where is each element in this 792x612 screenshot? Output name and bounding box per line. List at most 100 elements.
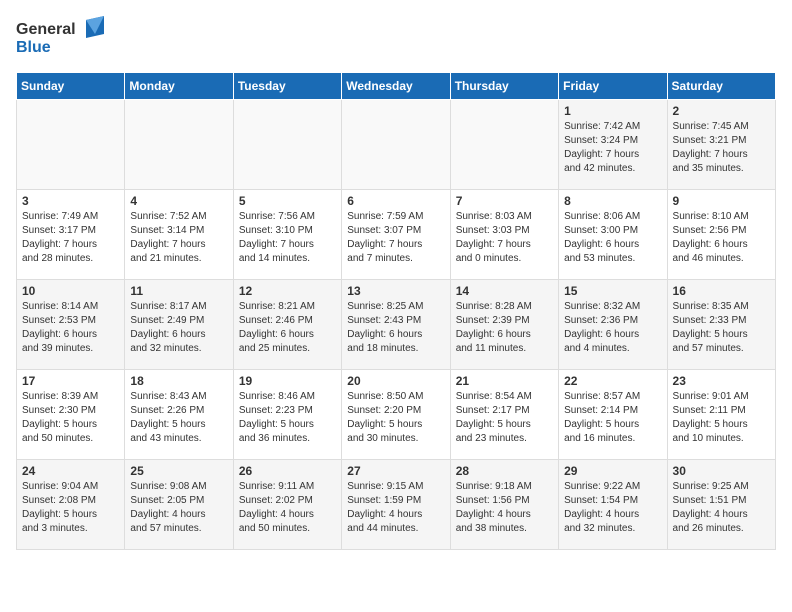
calendar-cell: 23 Sunrise: 9:01 AM Sunset: 2:11 PM Dayli…	[667, 370, 775, 460]
calendar-cell: 3 Sunrise: 7:49 AM Sunset: 3:17 PM Daylig…	[17, 190, 125, 280]
calendar-cell: 28 Sunrise: 9:18 AM Sunset: 1:56 PM Dayli…	[450, 460, 558, 550]
day-info: Sunrise: 8:25 AM Sunset: 2:43 PM Dayligh…	[347, 300, 444, 356]
calendar-cell	[125, 100, 233, 190]
calendar-week-5: 24 Sunrise: 9:04 AM Sunset: 2:08 PM Dayli…	[17, 460, 776, 550]
calendar-week-1: 1Sunrise: 7:42 AM Sunset: 3:24 PM Daylig…	[17, 100, 776, 190]
day-number: 29	[564, 464, 661, 478]
calendar-body: 1Sunrise: 7:42 AM Sunset: 3:24 PM Daylig…	[17, 100, 776, 550]
day-info: Sunrise: 9:25 AM Sunset: 1:51 PM Dayligh…	[673, 480, 770, 536]
day-number: 19	[239, 374, 336, 388]
calendar-cell: 11Sunrise: 8:17 AM Sunset: 2:49 PM Dayli…	[125, 280, 233, 370]
page-header: GeneralBlue	[16, 16, 776, 60]
day-number: 15	[564, 284, 661, 298]
day-info: Sunrise: 9:01 AM Sunset: 2:11 PM Dayligh…	[673, 390, 770, 446]
day-info: Sunrise: 8:57 AM Sunset: 2:14 PM Dayligh…	[564, 390, 661, 446]
day-number: 30	[673, 464, 770, 478]
day-number: 10	[22, 284, 119, 298]
weekday-header-sunday: Sunday	[17, 73, 125, 100]
day-info: Sunrise: 8:32 AM Sunset: 2:36 PM Dayligh…	[564, 300, 661, 356]
day-number: 28	[456, 464, 553, 478]
calendar-cell	[233, 100, 341, 190]
weekday-header-friday: Friday	[559, 73, 667, 100]
day-info: Sunrise: 8:46 AM Sunset: 2:23 PM Dayligh…	[239, 390, 336, 446]
day-info: Sunrise: 8:10 AM Sunset: 2:56 PM Dayligh…	[673, 210, 770, 266]
day-info: Sunrise: 9:15 AM Sunset: 1:59 PM Dayligh…	[347, 480, 444, 536]
day-number: 9	[673, 194, 770, 208]
day-info: Sunrise: 8:21 AM Sunset: 2:46 PM Dayligh…	[239, 300, 336, 356]
day-number: 6	[347, 194, 444, 208]
weekday-header-monday: Monday	[125, 73, 233, 100]
day-info: Sunrise: 9:18 AM Sunset: 1:56 PM Dayligh…	[456, 480, 553, 536]
day-number: 3	[22, 194, 119, 208]
day-info: Sunrise: 8:14 AM Sunset: 2:53 PM Dayligh…	[22, 300, 119, 356]
calendar-header: SundayMondayTuesdayWednesdayThursdayFrid…	[17, 73, 776, 100]
day-number: 17	[22, 374, 119, 388]
day-number: 5	[239, 194, 336, 208]
day-info: Sunrise: 8:35 AM Sunset: 2:33 PM Dayligh…	[673, 300, 770, 356]
day-info: Sunrise: 7:45 AM Sunset: 3:21 PM Dayligh…	[673, 120, 770, 176]
svg-text:General: General	[16, 21, 76, 38]
day-number: 20	[347, 374, 444, 388]
day-number: 18	[130, 374, 227, 388]
day-info: Sunrise: 8:50 AM Sunset: 2:20 PM Dayligh…	[347, 390, 444, 446]
calendar-cell: 6Sunrise: 7:59 AM Sunset: 3:07 PM Daylig…	[342, 190, 450, 280]
day-info: Sunrise: 8:17 AM Sunset: 2:49 PM Dayligh…	[130, 300, 227, 356]
calendar-cell: 10 Sunrise: 8:14 AM Sunset: 2:53 PM Dayli…	[17, 280, 125, 370]
calendar-cell	[342, 100, 450, 190]
weekday-header-wednesday: Wednesday	[342, 73, 450, 100]
logo-icon: GeneralBlue	[16, 16, 106, 60]
day-number: 14	[456, 284, 553, 298]
calendar-cell: 14 Sunrise: 8:28 AM Sunset: 2:39 PM Dayli…	[450, 280, 558, 370]
day-info: Sunrise: 8:39 AM Sunset: 2:30 PM Dayligh…	[22, 390, 119, 446]
day-info: Sunrise: 8:03 AM Sunset: 3:03 PM Dayligh…	[456, 210, 553, 266]
calendar-cell: 4 Sunrise: 7:52 AM Sunset: 3:14 PM Daylig…	[125, 190, 233, 280]
day-info: Sunrise: 9:22 AM Sunset: 1:54 PM Dayligh…	[564, 480, 661, 536]
day-number: 26	[239, 464, 336, 478]
day-info: Sunrise: 8:28 AM Sunset: 2:39 PM Dayligh…	[456, 300, 553, 356]
calendar-cell	[17, 100, 125, 190]
calendar-cell: 15 Sunrise: 8:32 AM Sunset: 2:36 PM Dayli…	[559, 280, 667, 370]
day-number: 23	[673, 374, 770, 388]
calendar-cell: 27 Sunrise: 9:15 AM Sunset: 1:59 PM Dayli…	[342, 460, 450, 550]
calendar-cell: 5 Sunrise: 7:56 AM Sunset: 3:10 PM Daylig…	[233, 190, 341, 280]
calendar-cell: 7 Sunrise: 8:03 AM Sunset: 3:03 PM Daylig…	[450, 190, 558, 280]
day-info: Sunrise: 8:54 AM Sunset: 2:17 PM Dayligh…	[456, 390, 553, 446]
calendar-cell: 20 Sunrise: 8:50 AM Sunset: 2:20 PM Dayli…	[342, 370, 450, 460]
weekday-header-thursday: Thursday	[450, 73, 558, 100]
calendar-table: SundayMondayTuesdayWednesdayThursdayFrid…	[16, 72, 776, 550]
calendar-week-4: 17 Sunrise: 8:39 AM Sunset: 2:30 PM Dayli…	[17, 370, 776, 460]
day-info: Sunrise: 7:56 AM Sunset: 3:10 PM Dayligh…	[239, 210, 336, 266]
calendar-cell: 1Sunrise: 7:42 AM Sunset: 3:24 PM Daylig…	[559, 100, 667, 190]
day-info: Sunrise: 9:08 AM Sunset: 2:05 PM Dayligh…	[130, 480, 227, 536]
day-number: 1	[564, 104, 661, 118]
day-number: 7	[456, 194, 553, 208]
calendar-cell: 8Sunrise: 8:06 AM Sunset: 3:00 PM Daylig…	[559, 190, 667, 280]
calendar-week-3: 10 Sunrise: 8:14 AM Sunset: 2:53 PM Dayli…	[17, 280, 776, 370]
logo: GeneralBlue	[16, 16, 106, 60]
day-number: 25	[130, 464, 227, 478]
day-info: Sunrise: 9:11 AM Sunset: 2:02 PM Dayligh…	[239, 480, 336, 536]
calendar-week-2: 3 Sunrise: 7:49 AM Sunset: 3:17 PM Daylig…	[17, 190, 776, 280]
day-number: 21	[456, 374, 553, 388]
calendar-cell: 21 Sunrise: 8:54 AM Sunset: 2:17 PM Dayli…	[450, 370, 558, 460]
svg-text:Blue: Blue	[16, 39, 51, 56]
weekday-header-tuesday: Tuesday	[233, 73, 341, 100]
day-number: 16	[673, 284, 770, 298]
day-info: Sunrise: 7:52 AM Sunset: 3:14 PM Dayligh…	[130, 210, 227, 266]
weekday-header-saturday: Saturday	[667, 73, 775, 100]
day-info: Sunrise: 7:49 AM Sunset: 3:17 PM Dayligh…	[22, 210, 119, 266]
calendar-cell: 16 Sunrise: 8:35 AM Sunset: 2:33 PM Dayli…	[667, 280, 775, 370]
day-info: Sunrise: 8:43 AM Sunset: 2:26 PM Dayligh…	[130, 390, 227, 446]
day-number: 13	[347, 284, 444, 298]
calendar-cell: 22Sunrise: 8:57 AM Sunset: 2:14 PM Dayli…	[559, 370, 667, 460]
weekday-row: SundayMondayTuesdayWednesdayThursdayFrid…	[17, 73, 776, 100]
day-number: 4	[130, 194, 227, 208]
day-number: 2	[673, 104, 770, 118]
day-number: 24	[22, 464, 119, 478]
calendar-cell: 19 Sunrise: 8:46 AM Sunset: 2:23 PM Dayli…	[233, 370, 341, 460]
day-number: 8	[564, 194, 661, 208]
day-info: Sunrise: 9:04 AM Sunset: 2:08 PM Dayligh…	[22, 480, 119, 536]
day-number: 27	[347, 464, 444, 478]
calendar-cell: 17 Sunrise: 8:39 AM Sunset: 2:30 PM Dayli…	[17, 370, 125, 460]
calendar-cell: 2 Sunrise: 7:45 AM Sunset: 3:21 PM Daylig…	[667, 100, 775, 190]
